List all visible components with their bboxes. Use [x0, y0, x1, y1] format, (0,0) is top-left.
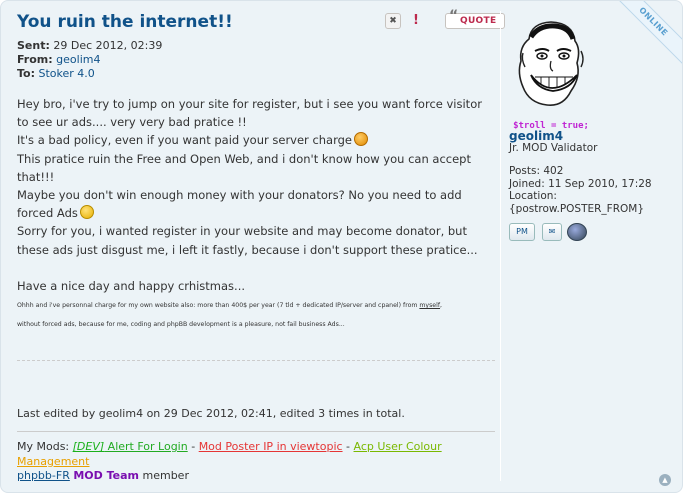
posts-row: Posts: 402	[509, 165, 652, 178]
signature: My Mods: [DEV] Alert For Login - Mod Pos…	[17, 440, 495, 484]
message-content: Hey bro, i've try to jump on your site f…	[17, 95, 497, 333]
private-message-post: You ruin the internet!! ✖ ! “ QUOTE Sent…	[0, 0, 683, 493]
post-profile: $troll = true; geolim4 Jr. MOD Validator…	[500, 11, 680, 481]
phpbb-fr-link[interactable]: phpbb-FR	[17, 469, 70, 482]
separator: -	[187, 440, 199, 453]
arrow-up-icon: ▲	[662, 476, 668, 484]
sent-value: 29 Dec 2012, 02:39	[53, 39, 163, 52]
small-text: Ohhh and i've personnal charge for my ow…	[17, 302, 420, 310]
signature-mods-line-2: Management	[17, 455, 495, 470]
myself-link[interactable]: myself	[419, 302, 440, 309]
quote-icon: “	[449, 8, 459, 24]
quote-label: QUOTE	[460, 16, 497, 26]
message-paragraph: Maybe you don't win enough money with yo…	[17, 186, 497, 222]
small-text-line: Ohhh and i've personnal charge for my ow…	[17, 295, 497, 317]
message-paragraph: Have a nice day and happy crhistmas...	[17, 278, 246, 293]
signature-team-line: phpbb-FR MOD Team member	[17, 469, 495, 484]
profile-username[interactable]: geolim4	[509, 129, 563, 143]
message-paragraph: This pratice ruin the Free and Open Web,…	[17, 151, 471, 184]
pm-button[interactable]: PM	[509, 223, 535, 241]
back-to-top-button[interactable]: ▲	[659, 474, 671, 486]
to-label: To:	[17, 67, 35, 80]
to-user-link[interactable]: Stoker 4.0	[39, 67, 95, 80]
avatar[interactable]: $troll = true;	[511, 17, 591, 132]
profile-rank: Jr. MOD Validator	[509, 142, 598, 154]
joined-label: Joined:	[509, 177, 545, 190]
from-label: From:	[17, 53, 53, 66]
post-title: You ruin the internet!!	[17, 12, 233, 32]
sent-row: Sent: 29 Dec 2012, 02:39	[17, 39, 162, 53]
small-text-line: without forced ads, because for me, codi…	[17, 321, 345, 329]
delete-button[interactable]: ✖	[385, 13, 401, 29]
mod-team-label: MOD Team	[73, 469, 139, 482]
signature-prefix: My Mods:	[17, 440, 73, 453]
location-row: Location:	[509, 190, 652, 203]
mod-tag: [DEV]	[72, 440, 105, 453]
edit-notice: Last edited by geolim4 on 29 Dec 2012, 0…	[17, 407, 405, 420]
profile-stats: Posts: 402 Joined: 11 Sep 2010, 17:28 Lo…	[509, 165, 652, 215]
mod-link-poster-ip[interactable]: Mod Poster IP in viewtopic	[199, 440, 343, 453]
location-label: Location:	[509, 190, 557, 202]
member-label: member	[139, 469, 189, 482]
pm-icon: PM	[516, 227, 528, 236]
mod-link-acp-user-colour[interactable]: Acp User Colour	[354, 440, 442, 453]
mod-link-alert-login[interactable]: [DEV]	[73, 440, 105, 453]
posts-label: Posts:	[509, 165, 540, 177]
message-text: It's a bad policy, even if you want paid…	[17, 133, 352, 148]
mad-smiley-icon	[354, 132, 368, 147]
small-text: ,	[440, 302, 442, 310]
quote-button[interactable]: “ QUOTE	[445, 9, 505, 29]
location-value: {postrow.POSTER_FROM}	[509, 202, 645, 215]
message-paragraph: Hey bro, i've try to jump on your site f…	[17, 97, 482, 130]
joined-row: Joined: 11 Sep 2010, 17:28	[509, 178, 652, 191]
website-button[interactable]	[567, 223, 587, 241]
to-row: To: Stoker 4.0	[17, 67, 162, 81]
from-row: From: geolim4	[17, 53, 162, 67]
signature-divider	[17, 431, 495, 432]
report-icon: !	[413, 13, 419, 28]
content-divider	[17, 360, 495, 361]
confused-smiley-icon	[79, 205, 94, 220]
email-button[interactable]: ✉	[542, 223, 562, 241]
from-user-link[interactable]: geolim4	[56, 53, 100, 66]
sent-label: Sent:	[17, 39, 50, 52]
envelope-icon: ✉	[548, 227, 556, 236]
report-button[interactable]: !	[408, 13, 424, 29]
message-paragraph: It's a bad policy, even if you want paid…	[17, 131, 497, 149]
close-icon: ✖	[389, 16, 397, 26]
mod-link-acp-user-colour-2[interactable]: Management	[17, 455, 89, 468]
message-paragraph: Sorry for you, i wanted register in your…	[17, 224, 478, 257]
troll-face-avatar: $troll = true;	[513, 21, 589, 131]
post-meta: Sent: 29 Dec 2012, 02:39 From: geolim4 T…	[17, 39, 162, 81]
separator: -	[342, 440, 354, 453]
signature-mods-line: My Mods: [DEV] Alert For Login - Mod Pos…	[17, 440, 495, 455]
mod-link-alert-login-name[interactable]: Alert For Login	[104, 440, 188, 453]
joined-value: 11 Sep 2010, 17:28	[548, 177, 652, 190]
posts-value[interactable]: 402	[543, 165, 563, 177]
